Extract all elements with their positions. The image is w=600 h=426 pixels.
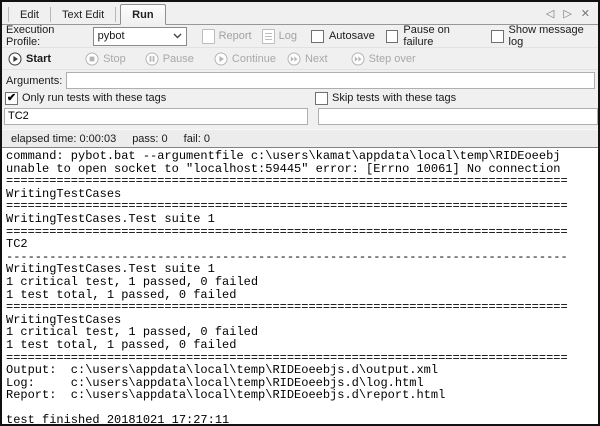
pause-on-failure-label: Pause on failure bbox=[403, 24, 480, 48]
arguments-label: Arguments: bbox=[6, 75, 62, 87]
checkbox-box-icon[interactable] bbox=[315, 92, 328, 105]
log-button[interactable]: Log bbox=[262, 29, 297, 44]
skip-tags-label: Skip tests with these tags bbox=[332, 92, 456, 104]
arguments-input[interactable] bbox=[66, 72, 595, 89]
next-label: Next bbox=[305, 53, 328, 65]
start-label: Start bbox=[26, 53, 51, 65]
checkbox-box-icon[interactable] bbox=[311, 30, 324, 43]
execution-profile-select[interactable]: pybot bbox=[93, 27, 187, 46]
execution-profile-value: pybot bbox=[98, 30, 125, 42]
tabbar-controls: ◁ ▷ ✕ bbox=[546, 7, 598, 20]
checkbox-box-icon[interactable] bbox=[386, 30, 399, 43]
fast-forward-icon bbox=[287, 52, 301, 66]
fail-count-text: fail: 0 bbox=[184, 133, 210, 145]
scroll-tabs-left-icon[interactable]: ◁ bbox=[546, 7, 554, 20]
pause-on-failure-checkbox[interactable]: Pause on failure bbox=[386, 24, 480, 48]
fast-forward-icon bbox=[351, 52, 365, 66]
ride-run-window: Edit Text Edit Run ◁ ▷ ✕ Execution Profi… bbox=[0, 0, 600, 426]
skip-tags-input[interactable] bbox=[318, 108, 598, 125]
checkbox-box-icon[interactable] bbox=[491, 30, 504, 43]
pause-icon bbox=[145, 52, 159, 66]
run-control-toolbar: Start Stop Pause Continue bbox=[2, 48, 598, 70]
start-button[interactable]: Start bbox=[8, 52, 51, 66]
log-button-label: Log bbox=[279, 30, 297, 42]
pause-label: Pause bbox=[163, 53, 194, 65]
next-button[interactable]: Next bbox=[287, 52, 328, 66]
close-tab-icon[interactable]: ✕ bbox=[581, 7, 590, 20]
autosave-checkbox[interactable]: Autosave bbox=[311, 30, 375, 43]
console-log-output[interactable]: command: pybot.bat --argumentfile c:\use… bbox=[2, 147, 598, 425]
report-button[interactable]: Report bbox=[202, 29, 252, 44]
tab-edit[interactable]: Edit bbox=[8, 7, 51, 22]
step-over-button[interactable]: Step over bbox=[351, 52, 416, 66]
play-icon bbox=[8, 52, 22, 66]
show-message-log-checkbox[interactable]: Show message log bbox=[491, 24, 598, 48]
elapsed-time-text: elapsed time: 0:00:03 bbox=[11, 133, 116, 145]
only-run-tags-input[interactable] bbox=[4, 108, 308, 125]
pause-button[interactable]: Pause bbox=[145, 52, 194, 66]
skip-tags-checkbox[interactable]: Skip tests with these tags bbox=[315, 92, 456, 105]
arguments-row: Arguments: bbox=[2, 71, 598, 90]
report-document-icon bbox=[202, 29, 215, 44]
show-message-log-label: Show message log bbox=[509, 24, 598, 48]
log-document-icon bbox=[262, 29, 275, 44]
tab-text-edit[interactable]: Text Edit bbox=[51, 7, 116, 22]
report-button-label: Report bbox=[219, 30, 252, 42]
execution-profile-row: Execution Profile: pybot Report Log Auto… bbox=[2, 25, 598, 48]
tag-filter-inputs bbox=[2, 106, 598, 126]
execution-profile-label: Execution Profile: bbox=[6, 24, 89, 48]
only-run-tags-checkbox[interactable]: ✔ Only run tests with these tags bbox=[2, 92, 315, 105]
tab-bar: Edit Text Edit Run ◁ ▷ ✕ bbox=[2, 2, 598, 25]
tag-filter-labels: ✔ Only run tests with these tags Skip te… bbox=[2, 90, 598, 106]
chevron-down-icon bbox=[173, 33, 182, 39]
pass-count-text: pass: 0 bbox=[132, 133, 167, 145]
stop-label: Stop bbox=[103, 53, 126, 65]
tab-run[interactable]: Run bbox=[120, 4, 165, 25]
continue-label: Continue bbox=[232, 53, 276, 65]
checkbox-checked-icon[interactable]: ✔ bbox=[5, 92, 18, 105]
stop-button[interactable]: Stop bbox=[85, 52, 126, 66]
continue-button[interactable]: Continue bbox=[214, 52, 276, 66]
step-over-label: Step over bbox=[369, 53, 416, 65]
autosave-label: Autosave bbox=[329, 30, 375, 42]
scroll-tabs-right-icon[interactable]: ▷ bbox=[563, 7, 571, 20]
only-run-tags-label: Only run tests with these tags bbox=[22, 92, 166, 104]
status-bar: elapsed time: 0:00:03 pass: 0 fail: 0 bbox=[2, 129, 598, 147]
stop-icon bbox=[85, 52, 99, 66]
play-icon bbox=[214, 52, 228, 66]
